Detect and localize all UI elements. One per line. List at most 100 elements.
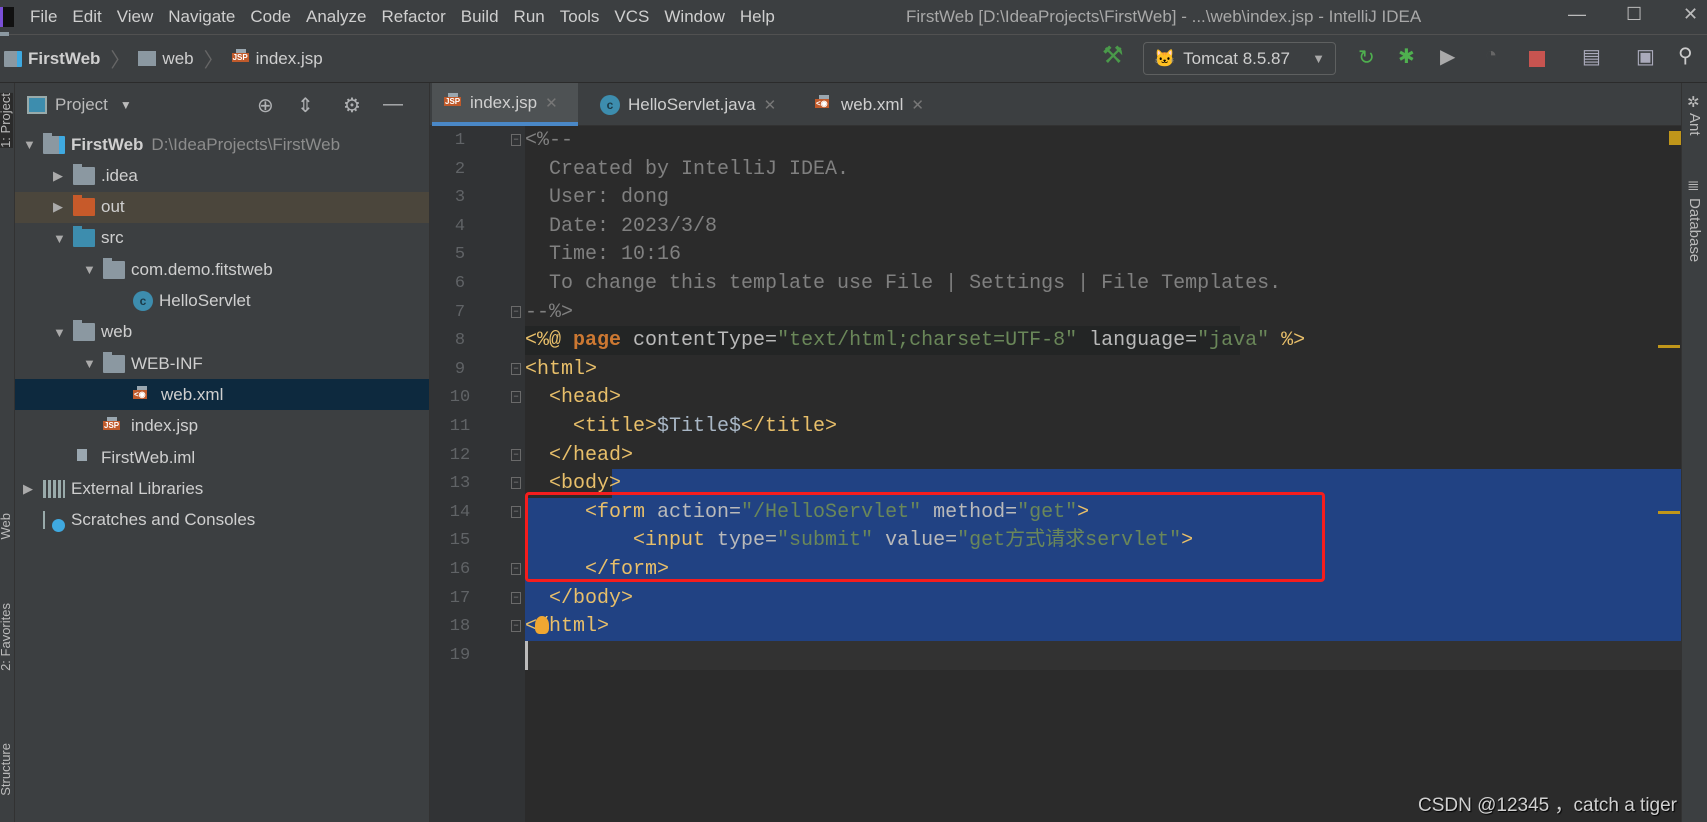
tree-item-label: WEB-INF — [131, 353, 203, 373]
run-configuration-select[interactable]: 🐱 Tomcat 8.5.87 ▼ — [1143, 42, 1336, 75]
line-number: 14 — [449, 502, 471, 522]
tool-window-database[interactable]: Database — [1686, 198, 1703, 262]
tool-window-structure[interactable]: Structure — [0, 743, 13, 796]
fold-marker-icon[interactable]: − — [511, 448, 521, 461]
menu-refactor[interactable]: Refactor — [381, 7, 445, 27]
intention-bulb-icon[interactable] — [535, 616, 549, 635]
menu-file[interactable]: File — [30, 7, 57, 27]
locate-icon[interactable]: ⊕ — [257, 93, 274, 118]
collapsed-arrow-icon[interactable]: ▶ — [23, 481, 43, 497]
fold-marker-icon[interactable]: − — [511, 591, 521, 604]
code-line: <title>$Title$</title> — [525, 412, 1681, 441]
chevron-down-icon[interactable]: ▼ — [120, 98, 132, 112]
fold-marker-icon[interactable]: − — [511, 620, 521, 633]
terminal-icon[interactable]: ▣ — [1636, 44, 1655, 69]
line-number: 13 — [449, 474, 471, 494]
close-tab-icon[interactable]: ✕ — [545, 94, 558, 112]
tree-item--idea[interactable]: ▶ .idea — [15, 160, 429, 191]
fold-marker-icon[interactable]: − — [511, 505, 521, 518]
project-structure-icon[interactable]: ▤ — [1582, 44, 1601, 69]
code-line: <html> — [525, 355, 1681, 384]
menu-run[interactable]: Run — [514, 7, 545, 27]
menu-navigate[interactable]: Navigate — [168, 7, 235, 27]
expanded-arrow-icon[interactable]: ▼ — [53, 325, 73, 340]
menu-build[interactable]: Build — [461, 7, 499, 27]
tree-item-com-demo-fitstweb[interactable]: ▼ com.demo.fitstweb — [15, 254, 429, 285]
fold-marker-icon[interactable]: − — [511, 305, 521, 318]
collapsed-arrow-icon[interactable]: ▶ — [53, 199, 73, 215]
build-hammer-icon[interactable]: ⚒ — [1102, 41, 1124, 70]
line-number: 8 — [454, 331, 466, 351]
expanded-arrow-icon[interactable]: ▼ — [83, 356, 103, 371]
expanded-arrow-icon[interactable]: ▼ — [83, 262, 103, 277]
menu-vcs[interactable]: VCS — [614, 7, 649, 27]
line-number: 15 — [449, 531, 471, 551]
code-line: Time: 10:16 — [525, 240, 1681, 269]
tree-item-index-jsp[interactable]: JSP index.jsp — [15, 411, 429, 442]
tree-item-label: com.demo.fitstweb — [131, 259, 273, 279]
tree-item-web-xml[interactable]: <◉ web.xml — [15, 379, 429, 411]
stop-icon[interactable] — [1529, 51, 1545, 67]
expanded-arrow-icon[interactable]: ▼ — [53, 231, 73, 246]
fold-marker-icon[interactable]: − — [511, 477, 521, 490]
tree-item-external-libraries[interactable]: ▶ External Libraries — [15, 473, 429, 504]
warning-marker[interactable] — [1658, 345, 1680, 348]
tree-item-out[interactable]: ▶ out — [15, 191, 429, 223]
xml-file-icon: <◉ — [815, 94, 833, 115]
line-number: 2 — [454, 159, 466, 179]
tree-item-scratches-and-consoles[interactable]: Scratches and Consoles — [15, 505, 429, 536]
menu-code[interactable]: Code — [250, 7, 291, 27]
tool-window-ant[interactable]: Ant — [1686, 113, 1703, 136]
rerun-icon[interactable]: ↻ — [1358, 45, 1375, 70]
tree-item-web[interactable]: ▼ web — [15, 317, 429, 348]
close-tab-icon[interactable]: ✕ — [764, 96, 777, 114]
maximize-button[interactable]: ☐ — [1626, 4, 1642, 25]
menu-tools[interactable]: Tools — [560, 7, 600, 27]
tree-item-web-inf[interactable]: ▼ WEB-INF — [15, 348, 429, 379]
close-window-button[interactable]: ✕ — [1683, 4, 1698, 25]
breadcrumb-index-jsp[interactable]: JSP index.jsp — [231, 48, 323, 69]
coverage-icon[interactable]: ▶ — [1440, 44, 1455, 69]
code-editor[interactable]: <%-- Created by IntelliJ IDEA. User: don… — [525, 126, 1681, 822]
tool-window-project[interactable]: 1: Project — [0, 93, 13, 148]
module-folder-icon — [43, 132, 65, 154]
gear-icon[interactable]: ⚙ — [343, 93, 361, 118]
tool-window-favorites[interactable]: 2: Favorites — [0, 603, 13, 671]
fold-marker-icon[interactable]: − — [511, 362, 521, 375]
fold-marker-icon[interactable]: − — [511, 134, 521, 146]
menu-help[interactable]: Help — [740, 7, 775, 27]
line-number: 19 — [449, 645, 471, 665]
breadcrumb-web[interactable]: web — [138, 49, 194, 69]
menu-analyze[interactable]: Analyze — [306, 7, 366, 27]
window-title: FirstWeb [D:\IdeaProjects\FirstWeb] - ..… — [906, 7, 1422, 26]
tree-item-src[interactable]: ▼ src — [15, 223, 429, 254]
line-number: 12 — [449, 445, 471, 465]
tool-window-web[interactable]: Web — [0, 513, 13, 540]
minimize-button[interactable]: — — [1568, 4, 1586, 25]
close-tab-icon[interactable]: ✕ — [911, 96, 924, 114]
tab-helloservlet-java[interactable]: c HelloServlet.java ✕ — [588, 83, 792, 126]
expanded-arrow-icon[interactable]: ▼ — [23, 137, 43, 152]
tree-item-helloservlet[interactable]: c HelloServlet — [15, 286, 429, 317]
debug-icon[interactable]: ✱ — [1398, 44, 1415, 69]
menu-view[interactable]: View — [117, 7, 154, 27]
tab-web-xml[interactable]: <◉ web.xml ✕ — [803, 83, 931, 126]
profile-icon[interactable]: ◔ — [1485, 44, 1497, 67]
menu-edit[interactable]: Edit — [72, 7, 101, 27]
menu-window[interactable]: Window — [664, 7, 724, 27]
breadcrumb-project[interactable]: FirstWeb — [4, 49, 100, 69]
hide-icon[interactable]: — — [383, 93, 403, 116]
project-view-select[interactable]: Project — [55, 95, 108, 115]
search-icon[interactable]: ⚲ — [1678, 43, 1693, 68]
watermark: CSDN @12345 ，catch a tiger — [1417, 795, 1677, 816]
tree-item-firstweb-iml[interactable]: FirstWeb.iml — [15, 442, 429, 473]
fold-marker-icon[interactable]: − — [511, 391, 521, 404]
jsp-file-icon: JSP — [444, 92, 462, 113]
collapse-all-icon[interactable]: ⇕ — [297, 93, 314, 118]
collapsed-arrow-icon[interactable]: ▶ — [53, 168, 73, 184]
tab-index-jsp[interactable]: JSP index.jsp ✕ — [432, 83, 578, 126]
code-token: "text/html;charset=UTF-8" — [777, 329, 1078, 353]
tree-item-firstweb[interactable]: ▼ FirstWeb D:\IdeaProjects\FirstWeb — [15, 129, 429, 160]
warning-marker[interactable] — [1658, 511, 1680, 514]
fold-marker-icon[interactable]: − — [511, 563, 521, 575]
